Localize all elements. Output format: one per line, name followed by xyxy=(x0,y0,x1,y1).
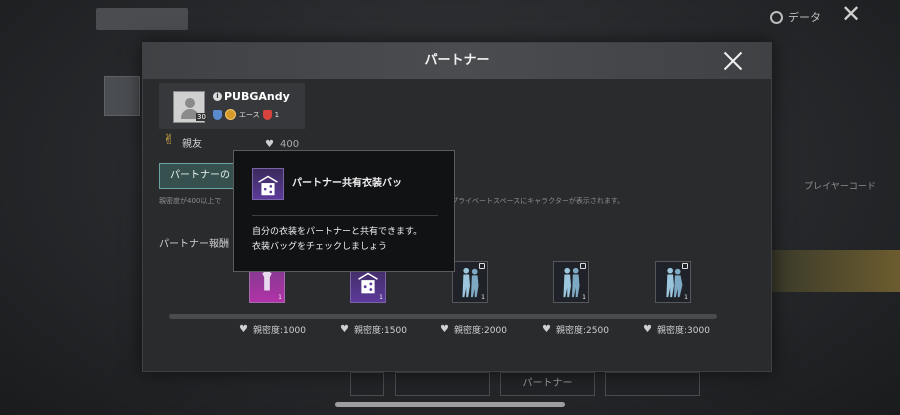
partner-button[interactable]: パートナーの xyxy=(159,163,239,189)
shield-icon xyxy=(213,109,222,120)
reward-threshold: 親密度:1500 xyxy=(354,326,407,336)
rank-number: 1 xyxy=(274,110,280,119)
tier-icon xyxy=(262,109,272,120)
reward-threshold: 親密度:1000 xyxy=(253,326,306,336)
lock-icon xyxy=(580,263,586,269)
bg-close-icon[interactable]: ✕ xyxy=(840,2,862,26)
reward-label-2: ♥ 親密度:1500 xyxy=(340,323,407,337)
intimacy-note-end: プライベートスペースにキャラクターが表示されます。 xyxy=(451,197,625,205)
data-button[interactable]: データ xyxy=(770,9,821,25)
dialog-title: パートナー xyxy=(424,53,490,68)
relation-label: 親友 xyxy=(182,138,202,150)
reward-count: 1 xyxy=(582,294,586,301)
tooltip-divider xyxy=(252,215,438,216)
bg-menu-item[interactable] xyxy=(772,124,900,166)
ace-rank-icon xyxy=(225,109,236,120)
tooltip-line-1: 自分の衣装をパートナーと共有できます。 xyxy=(252,227,423,237)
reward-label-5: ♥ 親密度:3000 xyxy=(643,323,710,337)
heart-icon: ♥ xyxy=(440,324,449,335)
rewards-title: パートナー報酬 xyxy=(159,239,229,250)
bg-menu-item[interactable] xyxy=(772,40,900,82)
heart-icon: ♥ xyxy=(239,324,248,335)
bg-tab-2[interactable] xyxy=(200,8,280,30)
bg-bottom-partner-button[interactable]: パートナー xyxy=(500,372,595,396)
game-screen: データ ✕ プレイヤーコード パートナー パートナー 30 i PUBGAndy xyxy=(0,0,900,415)
lock-icon xyxy=(479,263,485,269)
bg-menu-item[interactable] xyxy=(772,208,900,250)
data-label: データ xyxy=(788,11,821,24)
reward-item-4[interactable]: 1 xyxy=(553,261,589,303)
reward-threshold: 親密度:2000 xyxy=(454,326,507,336)
item-tooltip: パートナー共有衣装バッ 自分の衣装をパートナーと共有できます。 衣装バッグをチェ… xyxy=(233,150,455,272)
reward-label-4: ♥ 親密度:2500 xyxy=(542,323,609,337)
bg-side-menu: プレイヤーコード xyxy=(772,40,900,334)
level-badge: 30 xyxy=(196,113,207,121)
partner-name: i PUBGAndy xyxy=(213,90,290,103)
tooltip-description: 自分の衣装をパートナーと共有できます。 衣装バッグをチェックしましょう xyxy=(252,225,442,255)
bg-menu-item-player-code[interactable]: プレイヤーコード xyxy=(772,166,900,208)
bg-bottom-icon-button[interactable] xyxy=(350,372,384,396)
heart-icon: ♥ xyxy=(643,324,652,335)
partner-profile-card[interactable]: 30 i PUBGAndy エース 1 xyxy=(159,83,305,129)
close-icon[interactable] xyxy=(721,49,745,73)
bg-menu-item[interactable] xyxy=(772,292,900,334)
rank-badges: エース 1 xyxy=(213,109,279,120)
lock-icon xyxy=(682,263,688,269)
reward-count: 1 xyxy=(481,294,485,301)
reward-threshold: 親密度:3000 xyxy=(657,326,710,336)
info-icon: i xyxy=(213,92,222,101)
reward-item-5[interactable]: 1 xyxy=(655,261,691,303)
bg-tab-1[interactable] xyxy=(96,8,188,30)
tooltip-title: パートナー共有衣装バッ xyxy=(292,178,402,189)
heart-icon: ♥ xyxy=(340,324,349,335)
bg-bottom-button[interactable] xyxy=(395,372,490,396)
best-friend-icon: ✌ xyxy=(163,132,175,148)
intimacy-note: 親密度が400以上で xyxy=(159,197,222,205)
reward-count: 1 xyxy=(684,294,688,301)
gear-icon xyxy=(770,10,783,24)
shared-bag-icon xyxy=(252,168,284,200)
bg-menu-item[interactable] xyxy=(772,82,900,124)
bg-menu-item-active[interactable] xyxy=(772,250,900,292)
intimacy-value: ♥ 400 xyxy=(265,139,299,150)
tooltip-line-2: 衣装バッグをチェックしましょう xyxy=(252,242,388,252)
bg-bottom-button[interactable] xyxy=(605,372,700,396)
partner-name-text: PUBGAndy xyxy=(224,90,290,103)
reward-item-3[interactable]: 1 xyxy=(452,261,488,303)
relation-row: ✌ 親友 xyxy=(163,133,202,151)
reward-count: 1 xyxy=(379,294,383,301)
heart-icon: ♥ xyxy=(542,324,551,335)
reward-count: 1 xyxy=(278,294,282,301)
bg-avatar xyxy=(104,76,140,116)
heart-icon: ♥ xyxy=(265,139,274,150)
reward-label-1: ♥ 親密度:1000 xyxy=(239,323,306,337)
home-indicator xyxy=(335,402,565,407)
reward-progress-track xyxy=(169,314,717,319)
intimacy-number: 400 xyxy=(280,139,300,150)
reward-threshold: 親密度:2500 xyxy=(556,326,609,336)
rank-label: エース xyxy=(239,110,260,119)
reward-label-3: ♥ 親密度:2000 xyxy=(440,323,507,337)
